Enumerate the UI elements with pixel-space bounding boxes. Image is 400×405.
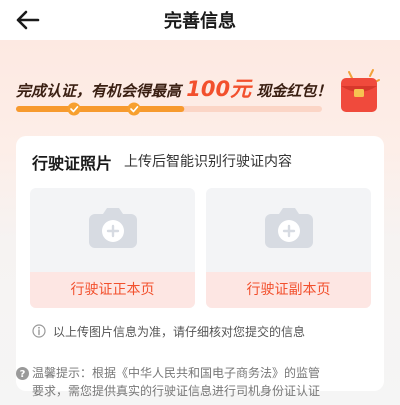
upload-front-label: 行驶证正本页: [30, 272, 195, 308]
upload-back-label: 行驶证副本页: [206, 272, 371, 308]
main-content: 完成认证，有机会得最高 100元 现金红包！ 行驶证照片 上传后智能识别行驶证内…: [0, 40, 400, 405]
red-envelope-icon: [341, 69, 380, 112]
upload-back-button[interactable]: 行驶证副本页: [206, 188, 371, 308]
footnote-line-2: 要求，需您提供真实的行驶证信息进行司机身份证认证: [32, 384, 321, 398]
camera-add-icon: [265, 208, 313, 248]
help-icon: ?: [16, 367, 29, 380]
promo-amount: 100元: [186, 77, 252, 101]
promo-text-after: 现金红包！: [256, 82, 332, 100]
footnote: 温馨提示：根据《中华人民共和国电子商务法》的监管 要求，需您提供真实的行驶证信息…: [32, 364, 372, 400]
upload-front-button[interactable]: 行驶证正本页: [30, 188, 195, 308]
license-photo-card: 行驶证照片 上传后智能识别行驶证内容 行驶证正本页 行驶证副本页 以上传图片信息…: [16, 136, 384, 391]
step-check-icon: [127, 102, 141, 116]
info-icon: [32, 324, 46, 338]
svg-text:?: ?: [20, 369, 26, 380]
page-title: 完善信息: [164, 11, 236, 32]
progress-bar: [16, 102, 322, 116]
card-title: 行驶证照片: [32, 154, 113, 173]
step-check-icon: [67, 102, 81, 116]
card-subtitle: 上传后智能识别行驶证内容: [124, 154, 292, 170]
camera-add-icon: [89, 208, 137, 248]
footnote-line-1: 温馨提示：根据《中华人民共和国电子商务法》的监管: [32, 366, 321, 380]
nav-bar: 完善信息: [0, 0, 400, 40]
promo-banner: 完成认证，有机会得最高 100元 现金红包！: [16, 73, 331, 103]
notice-text: 以上传图片信息为准，请仔细核对您提交的信息: [53, 325, 306, 339]
promo-text-before: 完成认证，有机会得最高: [16, 82, 182, 100]
